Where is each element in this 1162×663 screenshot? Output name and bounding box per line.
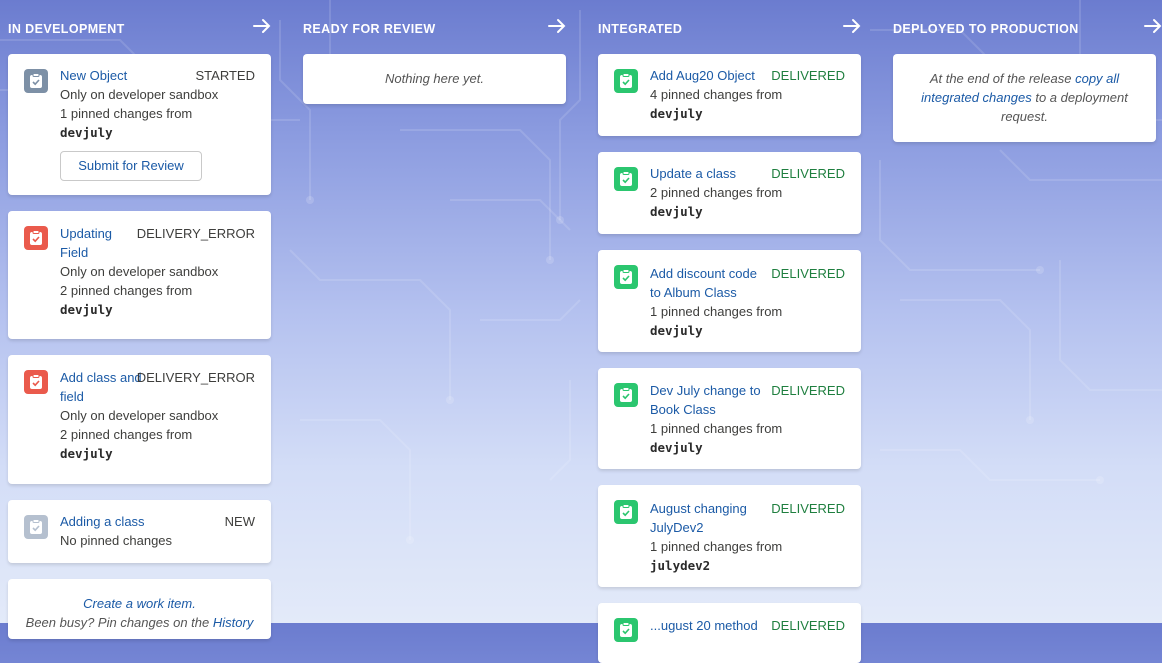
work-item-title-link[interactable]: Update a class <box>650 164 770 183</box>
empty-column-card: Nothing here yet. <box>303 54 566 104</box>
work-item-status: DELIVERY_ERROR <box>136 370 255 385</box>
work-item-sandbox: devjuly <box>60 302 113 317</box>
arrow-right-icon[interactable] <box>843 16 861 36</box>
work-item-status: DELIVERED <box>771 266 845 281</box>
work-item-title-line: Book Class <box>650 402 716 417</box>
work-item-detail: Only on developer sandbox <box>60 408 219 423</box>
work-item-sandbox: devjuly <box>650 204 703 219</box>
column-header: READY FOR REVIEW <box>303 0 566 58</box>
create-work-item-card: Create a work item. Been busy? Pin chang… <box>8 579 271 639</box>
empty-column-message: Nothing here yet. <box>384 71 484 86</box>
work-item-title-line: Add discount code <box>650 266 757 281</box>
clipboard-check-icon <box>614 265 638 289</box>
work-item-title-line: field <box>60 389 84 404</box>
clipboard-check-icon <box>614 500 638 524</box>
create-work-item-link[interactable]: Create a work item. <box>8 594 271 613</box>
work-item-title-link[interactable]: ...ugust 20 method <box>650 616 770 635</box>
column-ready-for-review: READY FOR REVIEW Nothing here yet. <box>303 0 566 623</box>
work-item-card[interactable]: New Object STARTED Only on developer san… <box>8 54 271 195</box>
work-item-title-line: Add class and <box>60 370 142 385</box>
hint-text: request. <box>1001 109 1048 124</box>
work-item-title-line: Dev July change to <box>650 383 761 398</box>
link-text: integrated changes <box>921 90 1032 105</box>
work-item-detail: Only on developer sandbox <box>60 264 219 279</box>
work-item-title-line: to Album Class <box>650 285 737 300</box>
work-item-card[interactable]: Add class and field DELIVERY_ERROR Only … <box>8 355 271 484</box>
link-text: copy all <box>1075 71 1120 86</box>
work-item-title-link[interactable]: New Object <box>60 66 180 85</box>
work-item-sandbox: devjuly <box>60 446 113 461</box>
work-item-status: DELIVERED <box>771 68 845 83</box>
work-item-title-line: Field <box>60 245 89 260</box>
hint-text: to a deployment <box>1035 90 1128 105</box>
clipboard-check-icon <box>614 618 638 642</box>
work-item-pinned-count: 1 pinned changes from <box>650 304 783 319</box>
work-item-pinned-count: 1 pinned changes from <box>650 539 783 554</box>
work-item-status: STARTED <box>195 68 255 83</box>
work-item-pinned-count: 1 pinned changes from <box>60 106 193 121</box>
deployment-hint-card: At the end of the release copy all integr… <box>893 54 1156 142</box>
work-item-card[interactable]: Add Aug20 Object DELIVERED 4 pinned chan… <box>598 54 861 136</box>
arrow-right-icon[interactable] <box>548 16 566 36</box>
clipboard-check-icon <box>24 370 48 394</box>
work-item-card[interactable]: Add discount code to Album Class DELIVER… <box>598 250 861 352</box>
clipboard-check-icon <box>614 69 638 93</box>
work-item-card[interactable]: Adding a class NEW No pinned changes <box>8 500 271 563</box>
work-item-sandbox: devjuly <box>650 323 703 338</box>
work-item-card[interactable]: Dev July change to Book Class DELIVERED … <box>598 368 861 469</box>
column-title: INTEGRATED <box>598 22 683 36</box>
clipboard-check-icon <box>24 69 48 93</box>
column-title: READY FOR REVIEW <box>303 22 436 36</box>
work-item-sandbox: julydev2 <box>650 558 711 573</box>
column-header: INTEGRATED <box>598 0 861 58</box>
work-item-status: NEW <box>224 514 255 529</box>
work-item-title-line: Updating <box>60 226 113 241</box>
clipboard-check-icon <box>614 167 638 191</box>
hint-text: At the end of the release <box>929 71 1072 86</box>
work-item-detail: Only on developer sandbox <box>60 87 219 102</box>
submit-for-review-button[interactable]: Submit for Review <box>60 151 202 181</box>
work-item-title-link[interactable]: Adding a class <box>60 512 180 531</box>
deployment-hint-text: At the end of the release copy all integr… <box>893 69 1156 126</box>
work-item-card[interactable]: Update a class DELIVERED 2 pinned change… <box>598 152 861 234</box>
work-item-detail: No pinned changes <box>60 533 173 548</box>
work-item-status: DELIVERY_ERROR <box>136 226 255 241</box>
work-item-sandbox: devjuly <box>60 125 113 140</box>
arrow-right-icon[interactable] <box>1144 16 1162 36</box>
column-integrated: INTEGRATED Add Aug20 Object DELIVERED 4 … <box>598 0 861 663</box>
work-item-status: DELIVERED <box>771 166 845 181</box>
work-item-pinned-count: 2 pinned changes from <box>60 283 193 298</box>
clipboard-check-icon <box>614 383 638 407</box>
work-item-sandbox: devjuly <box>650 440 703 455</box>
column-deployed-to-production: DEPLOYED TO PRODUCTION At the end of the… <box>893 0 1162 623</box>
column-title: DEPLOYED TO PRODUCTION <box>893 22 1079 36</box>
work-item-card[interactable]: August changing JulyDev2 DELIVERED 1 pin… <box>598 485 861 587</box>
work-item-status: DELIVERED <box>771 383 845 398</box>
work-item-card[interactable]: ...ugust 20 method DELIVERED <box>598 603 861 663</box>
clipboard-check-icon <box>24 226 48 250</box>
work-item-title-line: August changing <box>650 501 747 516</box>
work-item-pinned-count: 1 pinned changes from <box>650 421 783 436</box>
work-item-title-link[interactable]: August changing JulyDev2 <box>650 499 770 537</box>
work-item-title-link[interactable]: Add discount code to Album Class <box>650 264 770 302</box>
work-item-title-line: JulyDev2 <box>650 520 704 535</box>
work-item-title-link[interactable]: Dev July change to Book Class <box>650 381 770 419</box>
work-item-pinned-count: 2 pinned changes from <box>650 185 783 200</box>
work-item-pinned-count: 4 pinned changes from <box>650 87 783 102</box>
work-item-sandbox: devjuly <box>650 106 703 121</box>
column-in-development: IN DEVELOPMENT New Object STARTED Only o… <box>8 0 271 639</box>
column-title: IN DEVELOPMENT <box>8 22 125 36</box>
arrow-right-icon[interactable] <box>253 16 271 36</box>
work-item-card[interactable]: Updating Field DELIVERY_ERROR Only on de… <box>8 211 271 339</box>
column-header: IN DEVELOPMENT <box>8 0 271 58</box>
work-item-status: DELIVERED <box>771 501 845 516</box>
work-item-pinned-count: 2 pinned changes from <box>60 427 193 442</box>
column-header: DEPLOYED TO PRODUCTION <box>893 0 1162 58</box>
work-item-title-link[interactable]: Add Aug20 Object <box>650 66 770 85</box>
work-item-status: DELIVERED <box>771 618 845 633</box>
clipboard-check-icon <box>24 515 48 539</box>
